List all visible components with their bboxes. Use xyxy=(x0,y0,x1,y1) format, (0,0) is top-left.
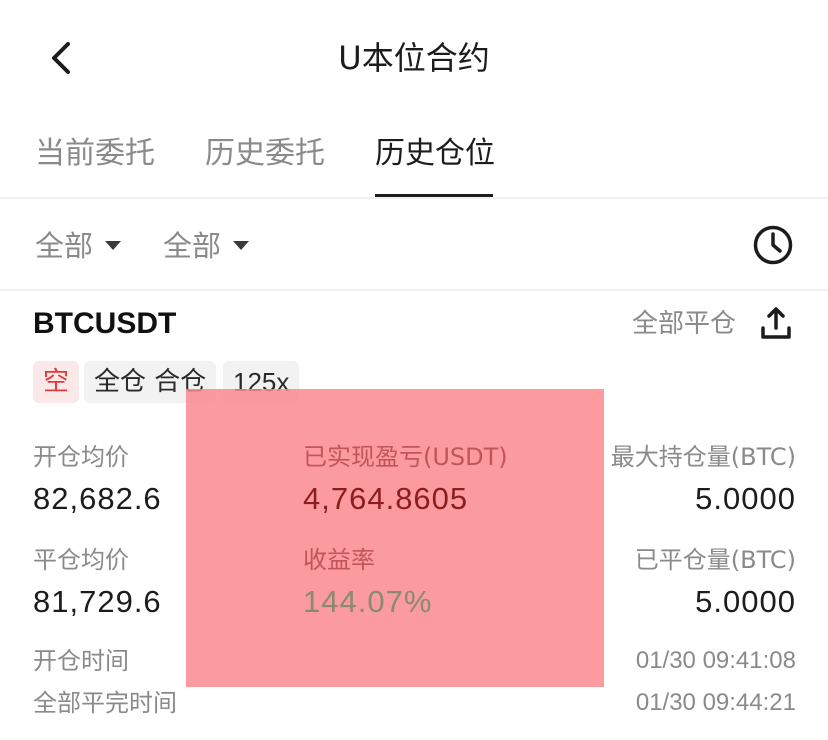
close-all-button[interactable]: 全部平仓 xyxy=(632,306,736,342)
share-icon xyxy=(761,307,791,339)
open-avg-label: 开仓均价 xyxy=(33,443,129,471)
close-avg-value: 81,729.6 xyxy=(33,584,162,619)
clock-icon xyxy=(753,225,793,265)
roi-value: 144.07% xyxy=(303,584,433,619)
redaction-overlay xyxy=(186,389,604,687)
caret-down-icon xyxy=(105,240,122,250)
history-time-button[interactable] xyxy=(752,224,794,266)
max-position-value: 5.0000 xyxy=(695,481,796,516)
symbol-name: BTCUSDT xyxy=(33,307,177,340)
filter-dropdown-2[interactable]: 全部 xyxy=(163,226,250,266)
filter-dropdown-1[interactable]: 全部 xyxy=(35,226,122,266)
open-time-value: 01/30 09:41:08 xyxy=(635,647,796,674)
filter-label: 全部 xyxy=(163,229,222,263)
closed-qty-label: 已平仓量(BTC) xyxy=(634,546,796,574)
close-time-label: 全部平完时间 xyxy=(33,689,177,717)
realized-pnl-label: 已实现盈亏(USDT) xyxy=(303,443,508,471)
tab-current-orders[interactable]: 当前委托 xyxy=(35,132,155,176)
realized-pnl-value: 4,764.8605 xyxy=(303,481,469,516)
tab-order-history[interactable]: 历史委托 xyxy=(205,132,325,176)
filters-divider xyxy=(0,289,828,291)
tab-position-history[interactable]: 历史仓位 xyxy=(375,132,495,176)
max-position-label: 最大持仓量(BTC) xyxy=(610,443,796,471)
close-avg-label: 平仓均价 xyxy=(33,546,129,574)
tabs-divider xyxy=(0,197,828,199)
page-title: U本位合约 xyxy=(338,39,490,77)
filter-label: 全部 xyxy=(35,229,94,263)
roi-label: 收益率 xyxy=(303,546,375,574)
close-time-value: 01/30 09:44:21 xyxy=(635,689,796,716)
open-time-label: 开仓时间 xyxy=(33,647,129,675)
side-tag: 空 xyxy=(33,361,80,403)
closed-qty-value: 5.0000 xyxy=(695,584,796,619)
caret-down-icon xyxy=(233,240,250,250)
open-avg-value: 82,682.6 xyxy=(33,481,162,516)
share-button[interactable] xyxy=(756,304,796,344)
